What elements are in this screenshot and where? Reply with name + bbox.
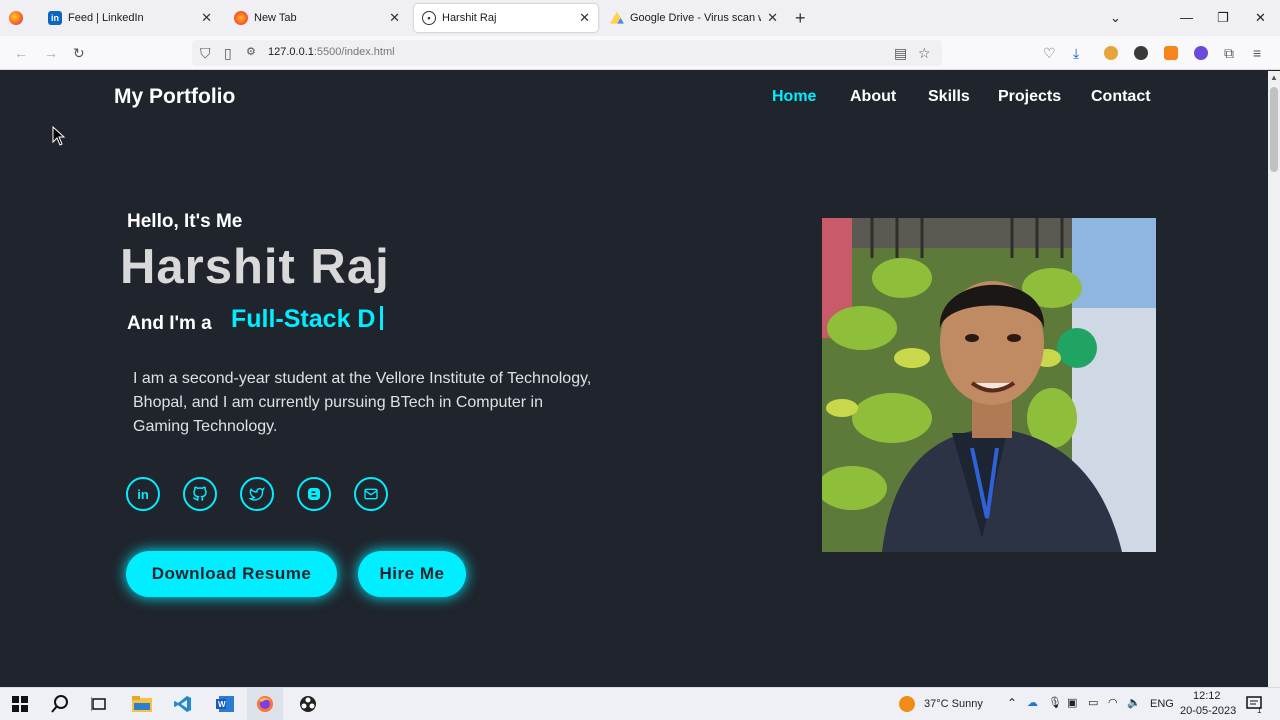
browser-nav-bar: ← → ↻ ⛉ ▯ ⚙ 127.0.0.1:5500/index.html ▤ … (0, 36, 1280, 70)
tab-google-drive[interactable]: Google Drive - Virus scan warn ✕ (602, 4, 786, 32)
extensions-puzzle-icon[interactable]: ⧉ (1224, 45, 1234, 62)
list-all-tabs-icon[interactable]: ⌄ (1110, 10, 1121, 26)
tab-title: Feed | LinkedIn (68, 12, 144, 24)
page-scrollbar[interactable]: ▲ (1268, 71, 1280, 687)
tab-title: New Tab (254, 12, 297, 24)
page-icon[interactable]: ▯ (224, 45, 232, 62)
clock-time[interactable]: 12:12 (1193, 690, 1221, 702)
scrollbar-thumb[interactable] (1270, 87, 1278, 172)
reader-view-icon[interactable]: ▤ (894, 45, 907, 62)
hero-description: I am a second-year student at the Vellor… (133, 370, 592, 435)
permissions-icon[interactable]: ⚙ (246, 45, 256, 58)
twitter-icon[interactable] (240, 477, 274, 511)
extension-icon[interactable] (1104, 46, 1118, 60)
tab-title: Google Drive - Virus scan warn (630, 12, 761, 24)
firefox-taskbar-icon[interactable] (255, 694, 275, 714)
url-bar[interactable]: ⛉ ▯ ⚙ 127.0.0.1:5500/index.html ▤ ☆ (192, 40, 942, 66)
role-prefix: And I'm a (127, 313, 212, 334)
language-indicator[interactable]: ENG (1150, 698, 1174, 710)
restore-button[interactable]: ❐ (1217, 10, 1229, 26)
forward-icon[interactable]: → (44, 45, 58, 61)
typed-role-text: Full-Stack D (231, 305, 376, 333)
mouse-cursor-icon (52, 126, 66, 146)
linkedin-icon[interactable]: in (126, 477, 160, 511)
search-icon[interactable] (50, 694, 70, 714)
windows-taskbar: W 37°C Sunny ⌃ ☁ 🎙 ▣ ▭ ◠ 🔈 ENG 12:12 20-… (0, 687, 1280, 720)
github-icon[interactable] (183, 477, 217, 511)
close-window-button[interactable]: ✕ (1255, 10, 1266, 26)
tab-linkedin[interactable]: in Feed | LinkedIn ✕ (40, 4, 220, 32)
tab-harshit-raj[interactable]: • Harshit Raj ✕ (414, 4, 598, 32)
typing-cursor (380, 306, 384, 330)
weather-text[interactable]: 37°C Sunny (924, 698, 983, 710)
file-explorer-icon[interactable] (132, 694, 152, 714)
close-tab-icon[interactable]: ✕ (767, 10, 778, 26)
back-icon[interactable]: ← (14, 45, 28, 61)
linkedin-icon: in (48, 11, 62, 25)
close-tab-icon[interactable]: ✕ (579, 10, 590, 26)
word-icon[interactable]: W (215, 694, 235, 714)
google-drive-icon (610, 11, 624, 24)
minimize-button[interactable]: — (1180, 10, 1193, 25)
download-resume-button[interactable]: Download Resume (126, 551, 337, 597)
new-tab-button[interactable]: + (795, 8, 806, 29)
show-hidden-icons-icon[interactable]: ⌃ (1007, 696, 1017, 710)
nav-home[interactable]: Home (772, 88, 816, 106)
profile-extension-icon[interactable] (1134, 46, 1148, 60)
url-text[interactable]: 127.0.0.1:5500/index.html (268, 46, 395, 58)
microphone-icon[interactable]: 🎙 (1048, 696, 1062, 709)
firefox-icon (9, 11, 23, 25)
pocket-icon[interactable]: ♡ (1043, 45, 1056, 62)
portfolio-page: My Portfolio Home About Skills Projects … (0, 71, 1268, 687)
close-tab-icon[interactable]: ✕ (389, 10, 400, 26)
bookmark-star-icon[interactable]: ☆ (918, 45, 931, 62)
battery-icon[interactable]: ▭ (1088, 696, 1098, 709)
hero-name: Harshit Raj (120, 240, 390, 294)
camera-icon[interactable]: ▣ (1067, 696, 1077, 709)
hamburger-menu-icon[interactable]: ≡ (1253, 45, 1261, 61)
typed-role: Full-Stack D (231, 305, 384, 334)
profile-photo (822, 218, 1156, 552)
nav-skills[interactable]: Skills (928, 88, 970, 106)
shield-icon[interactable]: ⛉ (200, 45, 211, 62)
person-icon: • (422, 11, 436, 25)
notification-count: 1 (1257, 706, 1262, 715)
hire-me-button[interactable]: Hire Me (358, 551, 466, 597)
greeting-text: Hello, It's Me (127, 211, 243, 232)
tab-new-tab[interactable]: New Tab ✕ (226, 4, 408, 32)
firefox-menu-button[interactable] (0, 0, 32, 36)
clock-date[interactable]: 20-05-2023 (1180, 705, 1236, 717)
weather-sun-icon[interactable] (897, 694, 917, 714)
task-view-icon[interactable] (89, 694, 109, 714)
volume-icon[interactable]: 🔈 (1127, 696, 1141, 709)
tab-title: Harshit Raj (442, 12, 497, 24)
metamask-icon[interactable] (1164, 46, 1178, 60)
extension-icon[interactable] (1194, 46, 1208, 60)
blogger-icon[interactable] (297, 477, 331, 511)
nav-projects[interactable]: Projects (998, 88, 1061, 106)
firefox-icon (234, 11, 248, 25)
download-icon[interactable]: ⤓ (1073, 45, 1079, 62)
windows-start-icon[interactable] (10, 694, 30, 714)
nav-contact[interactable]: Contact (1091, 88, 1151, 106)
site-logo[interactable]: My Portfolio (114, 85, 235, 109)
browser-tab-bar: in Feed | LinkedIn ✕ New Tab ✕ • Harshit… (0, 0, 1280, 36)
reload-icon[interactable]: ↻ (73, 45, 85, 62)
vscode-icon[interactable] (173, 694, 193, 714)
scroll-up-icon[interactable]: ▲ (1270, 73, 1278, 82)
close-tab-icon[interactable]: ✕ (201, 10, 212, 26)
svg-text:W: W (218, 700, 226, 709)
mail-icon[interactable] (354, 477, 388, 511)
wifi-icon[interactable]: ◠ (1108, 696, 1118, 709)
obs-icon[interactable] (298, 694, 318, 714)
onedrive-icon[interactable]: ☁ (1027, 696, 1038, 709)
nav-about[interactable]: About (850, 88, 896, 106)
